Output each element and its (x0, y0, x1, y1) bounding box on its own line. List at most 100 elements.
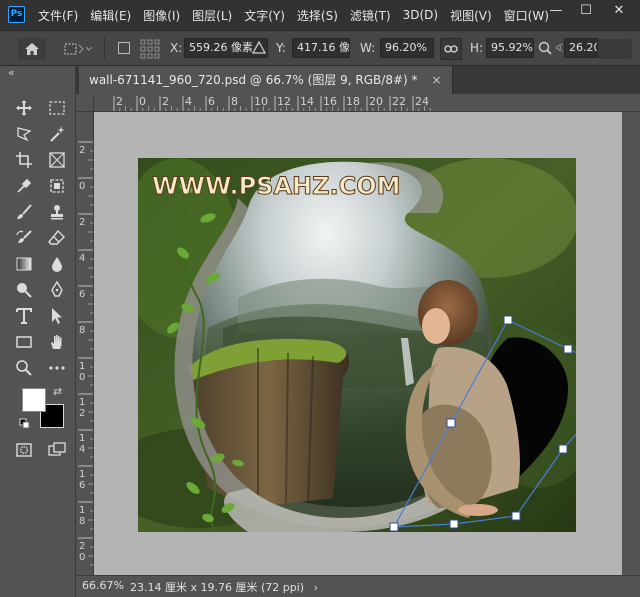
clone-stamp-tool[interactable] (44, 200, 70, 224)
ruler-label: 4 (79, 253, 85, 264)
screen-mode-icon (48, 442, 66, 456)
rotate-angle-field[interactable]: 26.20 (564, 38, 598, 58)
dodge-icon (17, 283, 32, 298)
close-tab-button[interactable]: × (432, 73, 442, 87)
edit-toolbar-button[interactable] (44, 356, 70, 380)
home-button[interactable] (18, 38, 46, 60)
brush-tool[interactable] (11, 200, 37, 224)
menu-layer[interactable]: 图层(L) (186, 7, 238, 24)
transform-handle[interactable] (503, 315, 513, 325)
menu-select[interactable]: 选择(S) (291, 7, 344, 24)
separator (104, 37, 105, 59)
menu-view[interactable]: 视图(V) (444, 7, 498, 24)
ruler-label: 0 (79, 372, 85, 383)
menu-file[interactable]: 文件(F) (32, 7, 84, 24)
ruler-origin[interactable] (76, 94, 94, 112)
ruler-label: 6 (79, 289, 85, 300)
document-tab[interactable]: wall-671141_960_720.psd @ 66.7% (图层 9, R… (79, 66, 453, 94)
move-tool[interactable] (11, 96, 37, 120)
document-size-text: 23.14 厘米 x 19.76 厘米 (72 ppi) (130, 581, 305, 594)
horizontal-ruler[interactable]: 2 0 2 4 6 8 10 12 14 16 18 20 22 24 (76, 94, 640, 112)
ruler-label: 1 (79, 397, 85, 408)
document-tab-title: wall-671141_960_720.psd @ 66.7% (图层 9, R… (89, 73, 418, 87)
document-canvas[interactable]: WWW.PSAHZ.COM (138, 158, 576, 532)
move-icon (16, 100, 32, 116)
width-field[interactable]: 96.20% (380, 38, 434, 58)
eyedropper-tool[interactable] (11, 174, 37, 198)
gradient-icon (16, 257, 32, 271)
transform-handle[interactable] (558, 444, 568, 454)
ruler-label: 1 (79, 361, 85, 372)
close-window-button[interactable]: ✕ (604, 0, 634, 24)
history-brush-tool[interactable] (11, 226, 37, 250)
magic-wand-icon (50, 126, 65, 142)
ruler-label: 6 (79, 480, 85, 491)
ruler-label: 18 (346, 95, 360, 108)
link-aspect-button[interactable] (440, 38, 462, 60)
hand-icon (51, 335, 62, 349)
maximize-button[interactable]: ☐ (571, 0, 601, 24)
zoom-tool[interactable] (11, 356, 37, 380)
magic-wand-tool[interactable] (44, 122, 70, 146)
frame-icon (49, 152, 65, 168)
eraser-icon (48, 229, 65, 245)
menu-edit[interactable]: 编辑(E) (84, 7, 137, 24)
zoom-level[interactable]: 66.67% (82, 579, 124, 592)
path-selection-tool[interactable] (44, 304, 70, 328)
y-position-field[interactable]: 417.16 像素 (292, 38, 350, 58)
transform-handle[interactable] (449, 519, 459, 529)
gradient-tool[interactable] (11, 252, 37, 276)
transform-handle[interactable] (563, 344, 573, 354)
transform-handle[interactable] (511, 511, 521, 521)
dodge-tool[interactable] (11, 278, 37, 302)
vertical-ruler[interactable]: 202468101214161820 (76, 112, 94, 575)
home-icon (25, 43, 39, 55)
ruler-label: 14 (300, 95, 314, 108)
marquee-tool[interactable] (44, 96, 70, 120)
search-icon[interactable] (538, 41, 552, 58)
ruler-label: 4 (79, 444, 85, 455)
status-bar: 66.67% 23.14 厘米 x 19.76 厘米 (72 ppi) › (76, 575, 640, 597)
height-field[interactable]: 95.92% (486, 38, 534, 58)
vertical-scrollbar[interactable] (622, 112, 640, 575)
type-tool[interactable] (11, 304, 37, 328)
polygonal-lasso-icon (17, 127, 32, 142)
pen-tool[interactable] (44, 278, 70, 302)
content-aware-tool[interactable] (44, 174, 70, 198)
crop-tool[interactable] (11, 148, 37, 172)
transform-handle[interactable] (389, 522, 399, 532)
ruler-label: 0 (139, 95, 146, 108)
status-menu-arrow[interactable]: › (314, 581, 318, 594)
menu-type[interactable]: 文字(Y) (238, 7, 291, 24)
eraser-tool[interactable] (44, 226, 70, 250)
rectangle-tool[interactable] (11, 330, 37, 354)
minimize-button[interactable]: — (541, 0, 571, 24)
lasso-tool[interactable] (11, 122, 37, 146)
w-label: W: (360, 41, 376, 55)
relative-position-icon[interactable] (251, 40, 267, 59)
ruler-label: 22 (392, 95, 406, 108)
y-label: Y: (276, 41, 286, 55)
default-colors-icon[interactable] (19, 418, 31, 433)
more-dots-icon (49, 366, 65, 370)
transform-tool-icon[interactable] (62, 40, 93, 61)
foreground-color-swatch[interactable] (22, 388, 46, 412)
blur-tool[interactable] (44, 252, 70, 276)
reference-point-grid-icon[interactable] (140, 39, 160, 62)
collapse-panel-button[interactable]: « (8, 66, 15, 79)
menu-filter[interactable]: 滤镜(T) (344, 7, 397, 24)
reference-point-checkbox[interactable] (118, 42, 130, 54)
rectangle-icon (16, 336, 32, 348)
screen-mode-button[interactable] (44, 438, 70, 462)
document-tab-bar: wall-671141_960_720.psd @ 66.7% (图层 9, R… (76, 66, 640, 94)
swap-colors-icon[interactable]: ⇄ (53, 385, 62, 398)
canvas-artwork: WWW.PSAHZ.COM (138, 158, 576, 532)
arrow-pointer-icon (52, 308, 62, 324)
menu-image[interactable]: 图像(I) (137, 7, 186, 24)
frame-tool[interactable] (44, 148, 70, 172)
document-size-info[interactable]: 23.14 厘米 x 19.76 厘米 (72 ppi) › (130, 579, 318, 595)
menu-3d[interactable]: 3D(D) (397, 8, 444, 22)
hand-tool[interactable] (44, 330, 70, 354)
transform-handle[interactable] (446, 418, 456, 428)
quick-mask-button[interactable] (11, 438, 37, 462)
